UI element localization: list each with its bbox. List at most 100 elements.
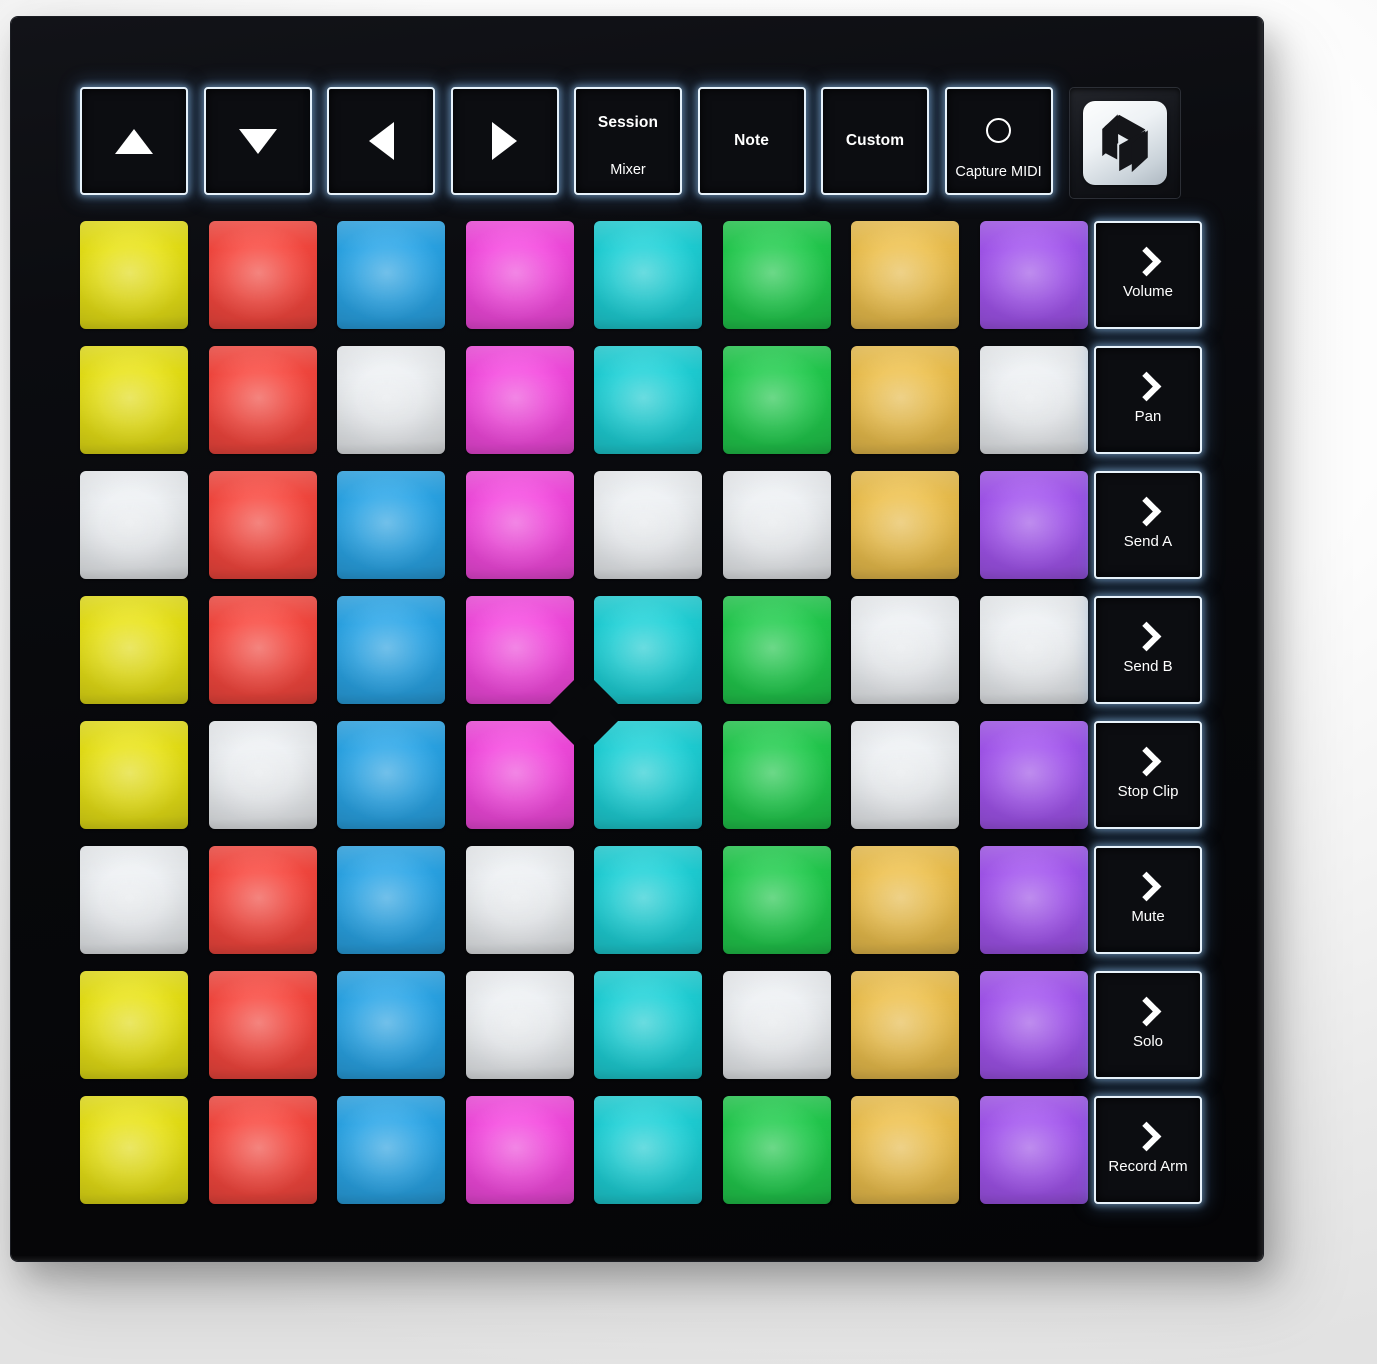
pad-r5-c6[interactable] (722, 721, 831, 829)
pad-r2-c1[interactable] (80, 346, 188, 454)
pad-r4-c2[interactable] (208, 596, 317, 704)
pad-r7-c6[interactable] (722, 971, 831, 1079)
pan-button[interactable]: Pan (1094, 346, 1202, 454)
pad-r1-c2[interactable] (208, 221, 317, 329)
pad-r6-c2[interactable] (208, 846, 317, 954)
pad-r7-c8[interactable] (979, 971, 1088, 1079)
pad-r7-c2[interactable] (208, 971, 317, 1079)
solo-button[interactable]: Solo (1094, 971, 1202, 1079)
pad-r1-c3[interactable] (337, 221, 445, 329)
circle-icon (986, 118, 1011, 143)
pad-r6-c3[interactable] (337, 846, 445, 954)
pad-r5-c7[interactable] (851, 721, 959, 829)
pad-r5-c2[interactable] (208, 721, 317, 829)
pad-r2-c3[interactable] (337, 346, 445, 454)
pad-r4-c1[interactable] (80, 596, 188, 704)
pad-r2-c7[interactable] (851, 346, 959, 454)
pad-r6-c7[interactable] (851, 846, 959, 954)
pad-r6-c5[interactable] (594, 846, 702, 954)
pad-r3-c2[interactable] (208, 471, 317, 579)
up-button[interactable] (80, 87, 188, 195)
pad-sheen (979, 1096, 1088, 1204)
novation-logo-button (1069, 87, 1181, 199)
pad-r3-c7[interactable] (851, 471, 959, 579)
note-button[interactable]: Note (697, 87, 806, 195)
pad-sheen (80, 971, 188, 1079)
pad-r8-c5[interactable] (594, 1096, 702, 1204)
pad-sheen (722, 1096, 831, 1204)
pad-r1-c4[interactable] (465, 221, 574, 329)
pad-r2-c6[interactable] (722, 346, 831, 454)
pad-sheen (851, 1096, 959, 1204)
record-arm-button[interactable]: Record Arm (1094, 1096, 1202, 1204)
pad-r6-c8[interactable] (979, 846, 1088, 954)
down-button[interactable] (203, 87, 312, 195)
pad-r4-c4[interactable] (465, 596, 598, 729)
capture-midi-label: Capture MIDI (955, 163, 1042, 180)
volume-button[interactable]: Volume (1094, 221, 1202, 329)
pad-r2-c4[interactable] (465, 346, 574, 454)
pad-r7-c5[interactable] (594, 971, 702, 1079)
pad-r8-c6[interactable] (722, 1096, 831, 1204)
pad-r4-c3[interactable] (337, 596, 445, 704)
pad-r8-c8[interactable] (979, 1096, 1088, 1204)
pad-r8-c2[interactable] (208, 1096, 317, 1204)
pad-r8-c1[interactable] (80, 1096, 188, 1204)
pad-grid (80, 221, 1088, 1204)
pad-sheen (979, 721, 1088, 829)
session-mixer-button[interactable]: Session Mixer (574, 87, 682, 195)
pad-r2-c8[interactable] (979, 346, 1088, 454)
pad-r3-c5[interactable] (594, 471, 702, 579)
send-b-button[interactable]: Send B (1094, 596, 1202, 704)
left-button[interactable] (327, 87, 435, 195)
pad-r1-c1[interactable] (80, 221, 188, 329)
pad-sheen (594, 596, 702, 704)
pad-r4-c6[interactable] (722, 596, 831, 704)
pad-r1-c5[interactable] (594, 221, 702, 329)
pad-r6-c6[interactable] (722, 846, 831, 954)
stop-clip-button[interactable]: Stop Clip (1094, 721, 1202, 829)
pad-r1-c7[interactable] (851, 221, 959, 329)
arrow-right-icon (492, 122, 517, 160)
pad-r8-c3[interactable] (337, 1096, 445, 1204)
pad-r7-c3[interactable] (337, 971, 445, 1079)
pad-r3-c1[interactable] (80, 471, 188, 579)
pad-r6-c4[interactable] (465, 846, 574, 954)
pad-r6-c1[interactable] (80, 846, 188, 954)
right-button[interactable] (450, 87, 559, 195)
pad-r3-c3[interactable] (337, 471, 445, 579)
pad-sheen (594, 221, 702, 329)
pad-r2-c2[interactable] (208, 346, 317, 454)
pad-r7-c4[interactable] (465, 971, 574, 1079)
pad-r3-c8[interactable] (979, 471, 1088, 579)
pad-r7-c1[interactable] (80, 971, 188, 1079)
pad-r4-c8[interactable] (979, 596, 1088, 704)
pad-sheen (594, 721, 702, 829)
launchpad-device-body: Session Mixer Note Custom Capture MIDI V… (11, 17, 1263, 1261)
pad-r1-c8[interactable] (979, 221, 1088, 329)
pad-r2-c5[interactable] (594, 346, 702, 454)
pad-sheen (851, 346, 959, 454)
pad-r7-c7[interactable] (851, 971, 959, 1079)
custom-button[interactable]: Custom (821, 87, 929, 195)
pad-r5-c5[interactable] (569, 696, 702, 829)
pad-r8-c7[interactable] (851, 1096, 959, 1204)
pad-r5-c4[interactable] (465, 696, 598, 829)
pad-sheen (80, 1096, 188, 1204)
pad-r4-c7[interactable] (851, 596, 959, 704)
send-a-button[interactable]: Send A (1094, 471, 1202, 579)
capture-midi-button[interactable]: Capture MIDI (944, 87, 1053, 195)
pad-r3-c6[interactable] (722, 471, 831, 579)
pad-sheen (851, 971, 959, 1079)
pad-r1-c6[interactable] (722, 221, 831, 329)
mute-button[interactable]: Mute (1094, 846, 1202, 954)
pad-r5-c8[interactable] (979, 721, 1088, 829)
note-label: Note (734, 132, 769, 150)
pad-r5-c1[interactable] (80, 721, 188, 829)
pad-r4-c5[interactable] (569, 596, 702, 729)
pad-sheen (337, 221, 445, 329)
pad-r5-c3[interactable] (337, 721, 445, 829)
pad-sheen (337, 596, 445, 704)
pad-r8-c4[interactable] (465, 1096, 574, 1204)
pad-r3-c4[interactable] (465, 471, 574, 579)
